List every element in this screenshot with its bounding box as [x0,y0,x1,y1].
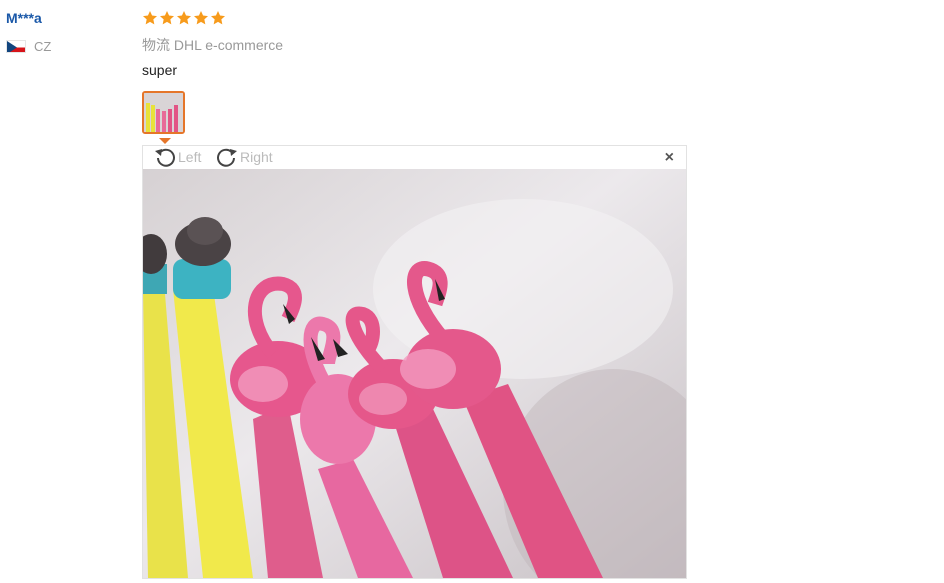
star-icon [211,11,225,25]
close-viewer-button[interactable]: × [665,149,674,167]
reviewer-country: CZ [6,39,51,54]
reviewer-name: M***a [6,10,42,26]
thumbnail-pointer [159,138,171,144]
rotate-left-icon [155,148,175,167]
logistics-label: 物流 [142,37,170,53]
star-icon [194,11,208,25]
star-icon [143,11,157,25]
rotate-right-button[interactable]: Right [215,146,273,168]
star-icon [177,11,191,25]
logistics-info: 物流 DHL e-commerce [142,35,283,55]
rotate-right-icon [217,148,237,167]
logistics-value: DHL e-commerce [173,37,284,53]
review-text: super [142,62,178,78]
rotate-right-label: Right [240,149,273,165]
rotate-left-button[interactable]: Left [153,146,201,168]
review-photo [143,169,686,578]
star-rating [142,10,226,26]
photo-viewer: Left Right × [142,145,687,579]
review-photo-thumbnail[interactable] [142,91,185,134]
czech-flag-icon [6,40,26,53]
country-code: CZ [34,39,52,54]
star-icon [160,11,174,25]
viewer-toolbar: Left Right × [143,146,686,169]
rotate-left-label: Left [178,149,202,165]
